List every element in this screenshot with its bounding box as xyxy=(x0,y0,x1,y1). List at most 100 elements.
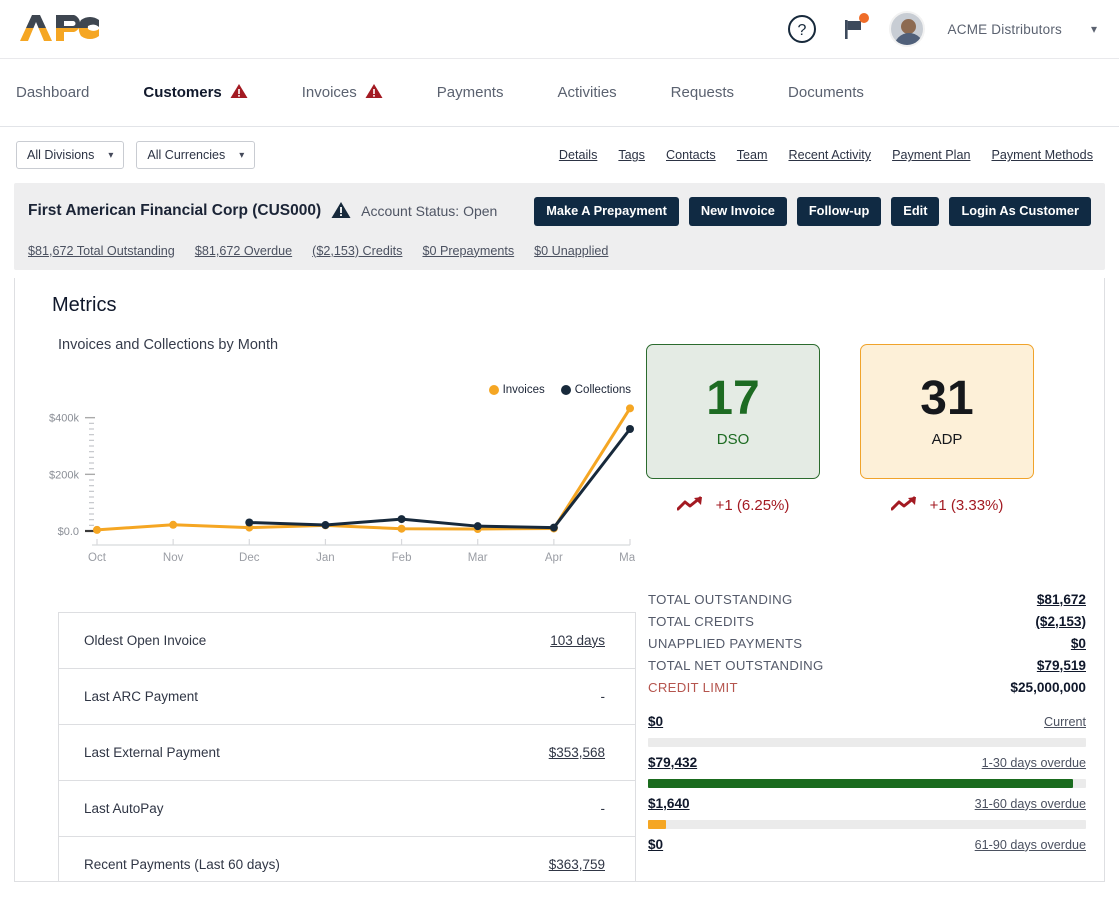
warning-triangle-icon xyxy=(331,201,351,221)
nav-label: Customers xyxy=(143,84,222,101)
warning-triangle-icon xyxy=(230,83,248,103)
summary-value[interactable]: ($2,153) xyxy=(1035,614,1086,629)
kpi-card-adp: 31 ADP +1 (3.33%) xyxy=(860,343,1034,516)
top-bar: ? ACME Distributors ▾ xyxy=(0,0,1119,59)
summary-row: TOTAL CREDITS ($2,153) xyxy=(648,614,1086,629)
dso-label: DSO xyxy=(716,430,750,448)
adp-value: 31 xyxy=(920,371,974,425)
summary-label: TOTAL OUTSTANDING xyxy=(648,591,793,607)
stat-credits[interactable]: ($2,153) Credits xyxy=(312,244,402,258)
nav-item-payments[interactable]: Payments xyxy=(437,84,504,101)
adp-label: ADP xyxy=(931,430,963,448)
legend-label: Invoices xyxy=(502,383,545,396)
aging-amount[interactable]: $0 xyxy=(648,714,663,729)
aging-label[interactable]: 1-30 days overdue xyxy=(982,756,1086,770)
notification-dot xyxy=(858,13,869,23)
main-nav: Dashboard Customers Invoices Payments Ac… xyxy=(0,59,1119,127)
aging-row: $1,640 31-60 days overdue xyxy=(648,796,1086,811)
table-row: Last AutoPay - xyxy=(59,781,635,837)
metrics-right-column: 17 DSO +1 (6.25%) 31 ADP +1 (3.33%) TOTA… xyxy=(635,317,1104,881)
nav-item-dashboard[interactable]: Dashboard xyxy=(16,84,89,101)
stat-total-outstanding[interactable]: $81,672 Total Outstanding xyxy=(28,244,175,258)
division-select-value: All Divisions xyxy=(27,148,95,162)
arc-logo[interactable] xyxy=(16,11,102,47)
new-invoice-button[interactable]: New Invoice xyxy=(688,197,787,226)
row-label: Last AutoPay xyxy=(84,800,164,816)
stat-overdue[interactable]: $81,672 Overdue xyxy=(195,244,292,258)
aging-bar-fill xyxy=(648,778,1073,788)
link-tags[interactable]: Tags xyxy=(618,148,645,162)
aging-bar-1-30 xyxy=(648,778,1086,788)
link-contacts[interactable]: Contacts xyxy=(666,148,716,162)
dso-delta-text: +1 (6.25%) xyxy=(715,497,790,515)
row-label: Last ARC Payment xyxy=(84,688,199,704)
avatar[interactable] xyxy=(888,11,925,47)
aging-amount[interactable]: $0 xyxy=(648,837,663,852)
edit-button[interactable]: Edit xyxy=(891,197,940,226)
link-payment-plan[interactable]: Payment Plan xyxy=(892,148,970,162)
division-select[interactable]: All Divisions ▾ xyxy=(16,141,125,169)
link-team[interactable]: Team xyxy=(737,148,768,162)
aging-amount[interactable]: $1,640 xyxy=(648,796,690,811)
summary-label: TOTAL NET OUTSTANDING xyxy=(648,657,824,673)
svg-text:May: May xyxy=(619,552,635,564)
nav-item-documents[interactable]: Documents xyxy=(788,84,864,101)
aging-bar-31-60 xyxy=(648,819,1086,829)
adp-card[interactable]: 31 ADP xyxy=(860,343,1034,479)
row-value[interactable]: $353,568 xyxy=(549,745,605,760)
aging-label[interactable]: 61-90 days overdue xyxy=(975,838,1086,852)
aging-label[interactable]: 31-60 days overdue xyxy=(975,797,1086,811)
link-recent-activity[interactable]: Recent Activity xyxy=(788,148,871,162)
warning-triangle-icon xyxy=(365,83,383,103)
stat-unapplied[interactable]: $0 Unapplied xyxy=(534,244,608,258)
row-value[interactable]: 103 days xyxy=(550,633,605,648)
nav-item-invoices[interactable]: Invoices xyxy=(302,83,383,103)
legend-item-collections[interactable]: Collections xyxy=(560,384,631,396)
chevron-down-icon: ▾ xyxy=(239,149,245,161)
page-title: Metrics xyxy=(52,293,117,316)
make-a-prepayment-button[interactable]: Make A Prepayment xyxy=(534,197,679,226)
row-label: Recent Payments (Last 60 days) xyxy=(84,856,280,872)
link-payment-methods[interactable]: Payment Methods xyxy=(991,148,1093,162)
row-value[interactable]: $363,759 xyxy=(549,857,605,872)
summary-row: TOTAL OUTSTANDING $81,672 xyxy=(648,592,1086,607)
row-label: Oldest Open Invoice xyxy=(84,632,207,648)
legend-item-invoices[interactable]: Invoices xyxy=(488,383,545,396)
row-label: Last External Payment xyxy=(84,744,220,760)
login-as-customer-button[interactable]: Login As Customer xyxy=(949,197,1091,226)
metrics-detail-table: Oldest Open Invoice 103 days Last ARC Pa… xyxy=(58,611,636,881)
svg-text:$400k: $400k xyxy=(49,412,79,424)
summary-value[interactable]: $0 xyxy=(1071,636,1086,651)
dso-value: 17 xyxy=(706,371,760,425)
adp-delta-text: +1 (3.33%) xyxy=(929,497,1004,515)
svg-text:$0.0: $0.0 xyxy=(58,526,79,538)
summary-label: UNAPPLIED PAYMENTS xyxy=(648,635,803,651)
link-details[interactable]: Details xyxy=(559,148,598,162)
nav-label: Invoices xyxy=(301,84,357,101)
adp-delta: +1 (3.33%) xyxy=(860,496,1034,516)
nav-label: Activities xyxy=(557,84,617,101)
nav-item-requests[interactable]: Requests xyxy=(671,84,734,101)
stat-prepayments[interactable]: $0 Prepayments xyxy=(422,244,514,258)
aging-amount[interactable]: $79,432 xyxy=(648,755,697,770)
currency-select[interactable]: All Currencies ▾ xyxy=(136,141,256,169)
org-name[interactable]: ACME Distributors xyxy=(948,22,1062,37)
trend-up-icon xyxy=(676,496,707,516)
flag-icon[interactable] xyxy=(840,13,869,42)
customer-stat-links: $81,672 Total Outstanding $81,672 Overdu… xyxy=(28,244,1091,258)
currency-select-value: All Currencies xyxy=(147,148,226,162)
follow-up-button[interactable]: Follow-up xyxy=(796,197,882,226)
question-circle-icon[interactable]: ? xyxy=(787,14,817,44)
legend-swatch xyxy=(560,384,571,395)
section-links: Details Tags Contacts Team Recent Activi… xyxy=(559,148,1103,162)
dso-card[interactable]: 17 DSO xyxy=(646,343,820,479)
table-row: Oldest Open Invoice 103 days xyxy=(59,613,635,669)
aging-label[interactable]: Current xyxy=(1044,715,1086,729)
chevron-down-icon[interactable]: ▾ xyxy=(1091,22,1097,36)
summary-value[interactable]: $79,519 xyxy=(1037,658,1086,673)
customer-name: First American Financial Corp (CUS000) xyxy=(28,202,322,220)
summary-value[interactable]: $81,672 xyxy=(1037,592,1086,607)
nav-item-customers[interactable]: Customers xyxy=(143,83,248,103)
nav-item-activities[interactable]: Activities xyxy=(557,84,616,101)
svg-text:Apr: Apr xyxy=(545,552,563,564)
